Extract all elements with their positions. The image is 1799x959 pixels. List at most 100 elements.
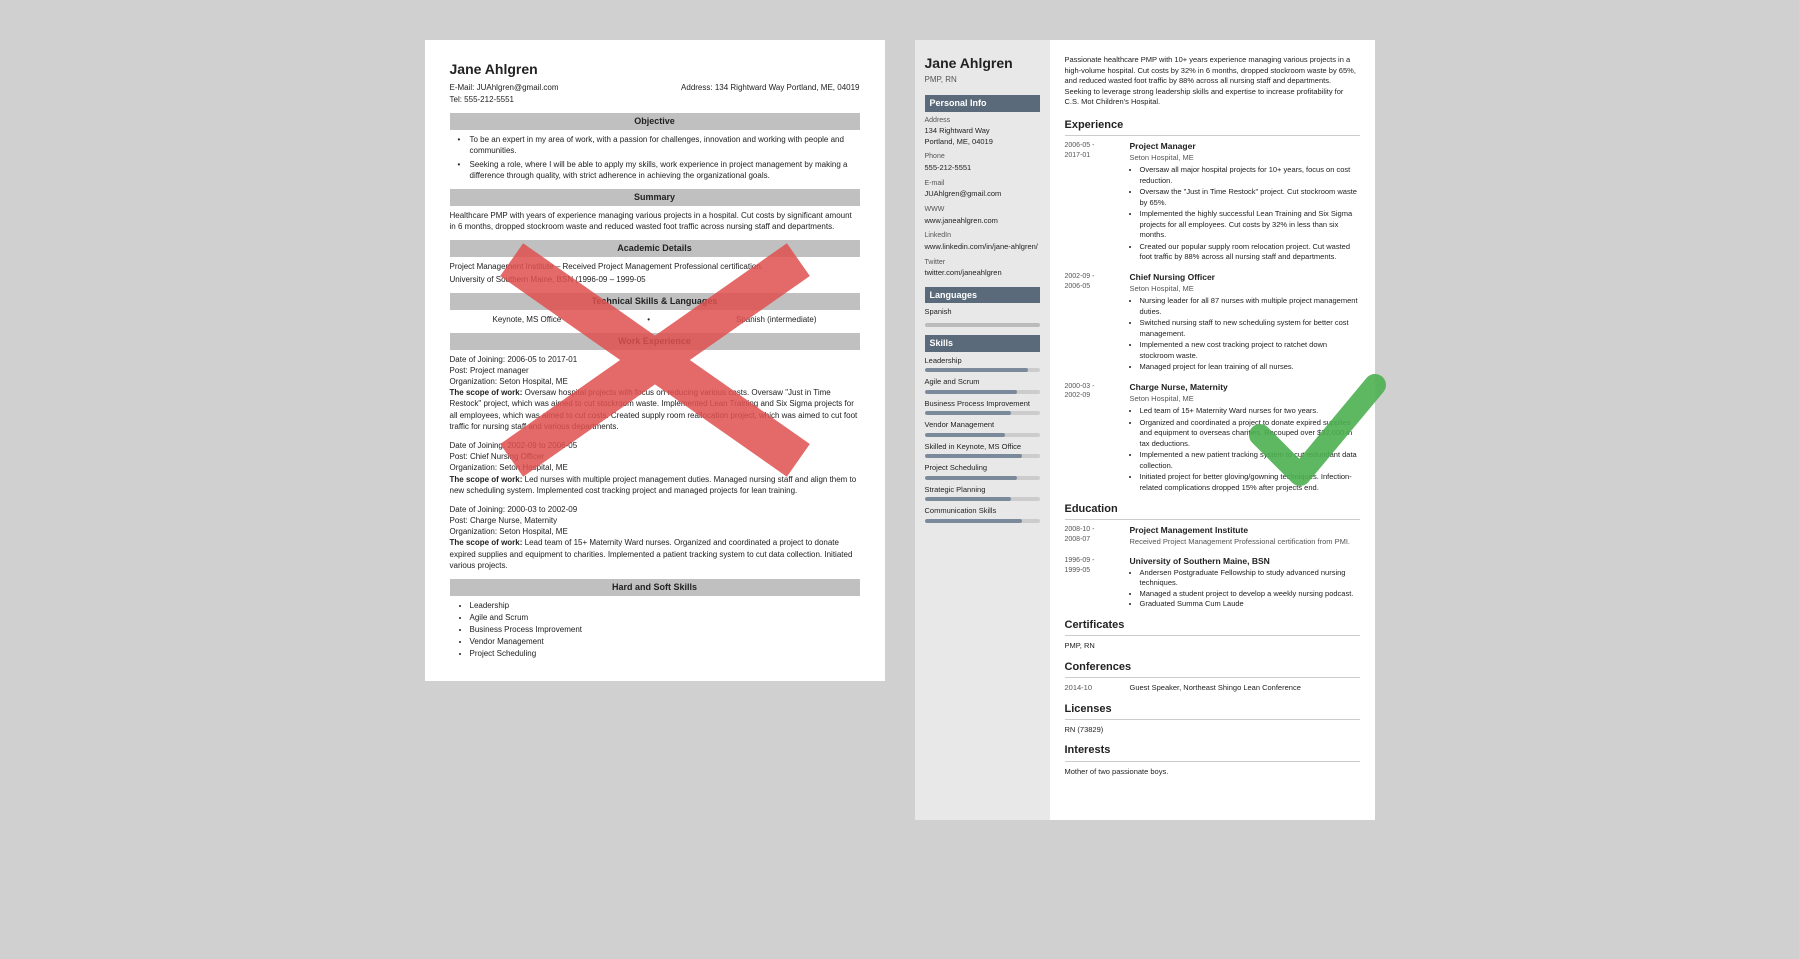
good-job3-dates: 2000-03 -2002-09 [1065,382,1130,494]
good-skill-6: Project Scheduling [925,463,1040,480]
good-edu1-dates: 2008-10 -2008-07 [1065,525,1130,549]
bad-job3-scope: The scope of work: Lead team of 15+ Mate… [450,537,860,571]
good-twitter-value: twitter.com/janeahlgren [925,268,1040,279]
good-cert-value: PMP, RN [1065,641,1360,652]
good-job3-content: Charge Nurse, Maternity Seton Hospital, … [1130,382,1360,494]
good-job2-content: Chief Nursing Officer Seton Hospital, ME… [1130,272,1360,374]
good-credentials: PMP, RN [925,74,1040,85]
bad-tel: Tel: 555-212-5551 [450,94,860,105]
good-edu1-content: Project Management Institute Received Pr… [1130,525,1351,549]
good-resume: Jane Ahlgren PMP, RN Personal Info Addre… [915,40,1375,820]
bad-job3-post: Post: Charge Nurse, Maternity [450,515,860,526]
bad-resume: Jane Ahlgren E-Mail: JUAhlgren@gmail.com… [425,40,885,681]
good-job2-bullets: Nursing leader for all 87 nurses with mu… [1140,296,1360,373]
bad-academic-2: University of Southern Maine, BSN (1996-… [450,274,860,285]
bad-email: E-Mail: JUAhlgren@gmail.com [450,82,559,93]
bad-summary-text: Healthcare PMP with years of experience … [450,210,860,232]
good-lic-value: RN (73829) [1065,725,1360,736]
good-edu-2: 1996-09 -1999-05 University of Southern … [1065,556,1360,610]
good-skill-name-3: Business Process Improvement [925,399,1040,410]
good-edu1-sub: Received Project Management Professional… [1130,537,1351,548]
good-summary: Passionate healthcare PMP with 10+ years… [1065,55,1360,108]
good-conf-title: Conferences [1065,660,1360,678]
bad-address: Address: 134 Rightward Way Portland, ME,… [681,82,859,93]
good-skill-3: Business Process Improvement [925,399,1040,416]
bad-resume-wrapper: Jane Ahlgren E-Mail: JUAhlgren@gmail.com… [425,40,885,681]
bad-job1-org: Organization: Seton Hospital, ME [450,376,860,387]
good-job-2: 2002-09 -2006-05 Chief Nursing Officer S… [1065,272,1360,374]
bad-skill-dot: • [647,314,650,325]
good-lang-spanish: Spanish [925,307,1040,318]
bad-job2-org: Organization: Seton Hospital, ME [450,462,860,473]
good-conf-1: 2014-10 Guest Speaker, Northeast Shingo … [1065,683,1360,694]
bad-job2-date: Date of Joining: 2002-09 to 2006-05 [450,440,860,451]
good-e2b1: Andersen Postgraduate Fellowship to stud… [1140,568,1360,589]
good-edu2-content: University of Southern Maine, BSN Anders… [1130,556,1360,610]
good-job-1: 2006-05 -2017-01 Project Manager Seton H… [1065,141,1360,264]
good-j2b3: Implemented a new cost tracking project … [1140,340,1360,361]
good-resume-wrapper: Jane Ahlgren PMP, RN Personal Info Addre… [915,40,1375,820]
bad-job3-org: Organization: Seton Hospital, ME [450,526,860,537]
good-twitter-label: Twitter [925,258,1040,268]
good-skill-name-1: Leadership [925,356,1040,367]
good-main: Passionate healthcare PMP with 10+ years… [1050,40,1375,820]
good-skill-1: Leadership [925,356,1040,373]
good-edu2-bullets: Andersen Postgraduate Fellowship to stud… [1140,568,1360,610]
good-job3-bullets: Led team of 15+ Maternity Ward nurses fo… [1140,406,1360,493]
bad-obj-1: To be an expert in my area of work, with… [470,134,860,156]
good-job2-dates: 2002-09 -2006-05 [1065,272,1130,374]
good-email-value: JUAhlgren@gmail.com [925,189,1040,200]
good-www-value: www.janeahlgren.com [925,216,1040,227]
good-job-3: 2000-03 -2002-09 Charge Nurse, Maternity… [1065,382,1360,494]
bad-contact-row: E-Mail: JUAhlgren@gmail.com Address: 134… [450,82,860,93]
good-job3-title: Charge Nurse, Maternity [1130,382,1360,394]
good-edu1-title: Project Management Institute [1130,525,1351,537]
good-job1-bullets: Oversaw all major hospital projects for … [1140,165,1360,263]
good-skill-name-7: Strategic Planning [925,485,1040,496]
bad-obj-2: Seeking a role, where I will be able to … [470,159,860,181]
good-edu-1: 2008-10 -2008-07 Project Management Inst… [1065,525,1360,549]
good-edu-title: Education [1065,502,1360,520]
good-j1b4: Created our popular supply room relocati… [1140,242,1360,263]
good-skill-5: Skilled in Keynote, MS Office [925,442,1040,459]
good-job1-company: Seton Hospital, ME [1130,153,1360,164]
bad-skill1: Keynote, MS Office [492,314,561,325]
good-job2-title: Chief Nursing Officer [1130,272,1360,284]
bad-academic-1: Project Management Institute – Received … [450,261,860,272]
bad-skills-row: Keynote, MS Office • Spanish (intermedia… [450,314,860,325]
good-j2b4: Managed project for lean training of all… [1140,362,1360,373]
good-j1b1: Oversaw all major hospital projects for … [1140,165,1360,186]
bad-name: Jane Ahlgren [450,60,860,80]
good-j3b4: Initiated project for better gloving/gow… [1140,472,1360,493]
good-j3b1: Led team of 15+ Maternity Ward nurses fo… [1140,406,1360,417]
good-linkedin-value: www.linkedin.com/in/jane-ahlgren/ [925,242,1040,253]
good-j2b2: Switched nursing staff to new scheduling… [1140,318,1360,339]
good-int-title: Interests [1065,743,1360,761]
bad-skill-item-5: Project Scheduling [470,648,860,659]
bad-job-3: Date of Joining: 2000-03 to 2002-09 Post… [450,504,860,571]
good-skill-name-8: Communication Skills [925,506,1040,517]
good-name: Jane Ahlgren [925,55,1040,72]
bad-job-1: Date of Joining: 2006-05 to 2017-01 Post… [450,354,860,432]
good-skill-name-5: Skilled in Keynote, MS Office [925,442,1040,453]
good-addr-label: Address [925,116,1040,126]
bad-workexp-header: Work Experience [450,333,860,350]
bad-job-2: Date of Joining: 2002-09 to 2006-05 Post… [450,440,860,496]
good-phone-label: Phone [925,152,1040,162]
good-j1b3: Implemented the highly successful Lean T… [1140,209,1360,241]
good-skill-7: Strategic Planning [925,485,1040,502]
good-edu2-title: University of Southern Maine, BSN [1130,556,1360,568]
good-skill-name-6: Project Scheduling [925,463,1040,474]
bad-job2-scope: The scope of work: Led nurses with multi… [450,474,860,496]
good-lang-bar [925,323,1040,327]
bad-job2-post: Post: Chief Nursing Officer [450,451,860,462]
bad-skill-item-2: Agile and Scrum [470,612,860,623]
good-email-label: E-mail [925,179,1040,189]
bad-job1-scope: The scope of work: Oversaw hospital proj… [450,387,860,432]
good-addr-value: 134 Rightward WayPortland, ME, 04019 [925,126,1040,147]
good-skill-4: Vendor Management [925,420,1040,437]
good-linkedin-label: LinkedIn [925,231,1040,241]
bad-skill-item-1: Leadership [470,600,860,611]
good-e2b3: Graduated Summa Cum Laude [1140,599,1360,610]
good-j1b2: Oversaw the "Just in Time Restock" proje… [1140,187,1360,208]
